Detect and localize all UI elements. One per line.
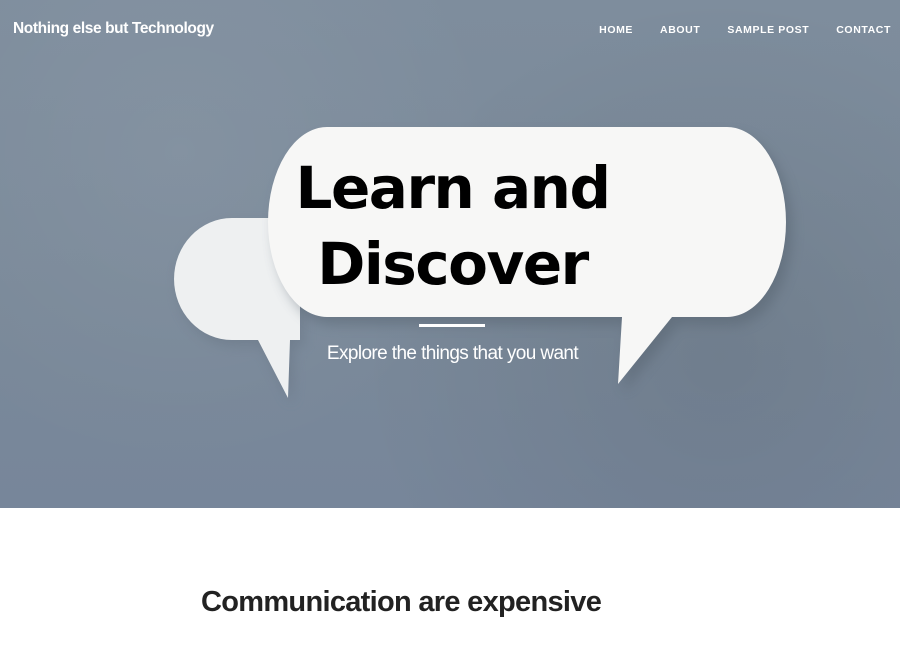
page: Nothing else but Technology HOME ABOUT S… [0,0,900,650]
nav-item-contact[interactable]: CONTACT [836,24,891,36]
nav-item-home[interactable]: HOME [599,24,633,36]
hero-header: Nothing else but Technology HOME ABOUT S… [0,0,900,508]
nav-item-sample-post[interactable]: SAMPLE POST [727,24,809,36]
hero-title: Learn and Discover [290,150,615,302]
brand-logo-link[interactable]: Nothing else but Technology [13,20,214,38]
hero-title-line-1: Learn and [295,154,611,222]
nav-menu: HOME ABOUT SAMPLE POST CONTACT [572,24,891,36]
navbar: Nothing else but Technology HOME ABOUT S… [0,0,900,62]
hero-subtitle: Explore the things that you want [326,343,579,364]
main-content: Communication are expensive [0,508,900,650]
post-title-link[interactable]: Communication are expensive [201,586,602,619]
hero-title-line-2: Discover [317,230,589,298]
hero-divider [419,324,485,327]
nav-item-about[interactable]: ABOUT [660,24,700,36]
